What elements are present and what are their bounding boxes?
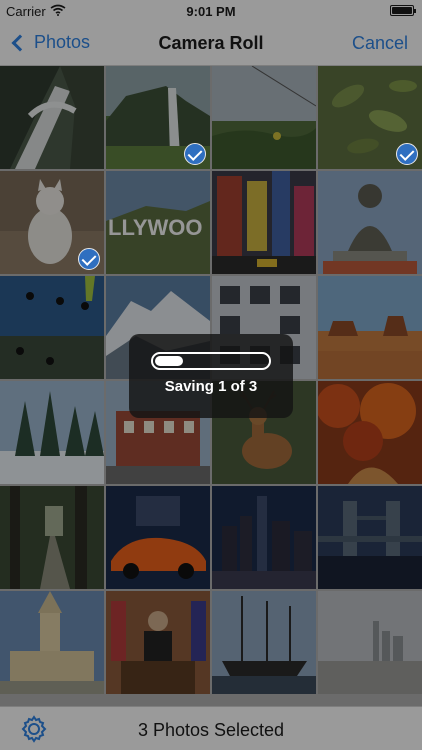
status-bar: Carrier 9:01 PM <box>0 0 422 22</box>
back-button-label: Photos <box>34 32 91 52</box>
photo-thumbnail[interactable] <box>0 591 104 694</box>
battery-icon <box>390 5 416 16</box>
photo-thumbnail[interactable] <box>106 66 210 169</box>
photo-thumbnail[interactable] <box>318 66 422 169</box>
photo-thumbnail[interactable] <box>0 66 104 169</box>
selected-checkmark-icon <box>396 143 418 165</box>
photo-thumbnail[interactable] <box>0 381 104 484</box>
selected-checkmark-icon <box>78 248 100 270</box>
bottom-toolbar: 3 Photos Selected <box>0 706 422 750</box>
saving-progress-fill <box>155 356 183 366</box>
photo-thumbnail[interactable] <box>318 591 422 694</box>
photo-thumbnail[interactable] <box>0 486 104 589</box>
photo-thumbnail[interactable] <box>318 276 422 379</box>
selected-count-label: 3 Photos Selected <box>137 720 285 740</box>
saving-progress-hud: Saving 1 of 3 <box>129 334 293 418</box>
photo-thumbnail[interactable] <box>212 66 316 169</box>
photo-thumbnail[interactable] <box>0 171 104 274</box>
selected-checkmark-icon <box>184 143 206 165</box>
status-time: 9:01 PM <box>186 4 236 19</box>
photo-thumbnail[interactable]: LLYWOO <box>106 171 210 274</box>
photo-thumbnail[interactable] <box>212 591 316 694</box>
navigation-bar: Photos Camera Roll Cancel <box>0 22 422 66</box>
gear-icon[interactable] <box>20 715 48 743</box>
photo-thumbnail[interactable] <box>106 591 210 694</box>
photo-thumbnail[interactable] <box>106 486 210 589</box>
photo-thumbnail[interactable] <box>318 486 422 589</box>
photo-thumbnail[interactable] <box>318 381 422 484</box>
back-button[interactable]: Photos <box>10 32 90 53</box>
cancel-button[interactable]: Cancel <box>352 33 408 54</box>
saving-status-label: Saving 1 of 3 <box>164 378 258 395</box>
photo-thumbnail[interactable] <box>212 171 316 274</box>
photo-thumbnail[interactable] <box>0 276 104 379</box>
photo-thumbnail[interactable] <box>318 171 422 274</box>
photo-thumbnail[interactable] <box>212 486 316 589</box>
chevron-left-icon <box>11 34 29 51</box>
saving-progress-bar <box>151 352 271 370</box>
